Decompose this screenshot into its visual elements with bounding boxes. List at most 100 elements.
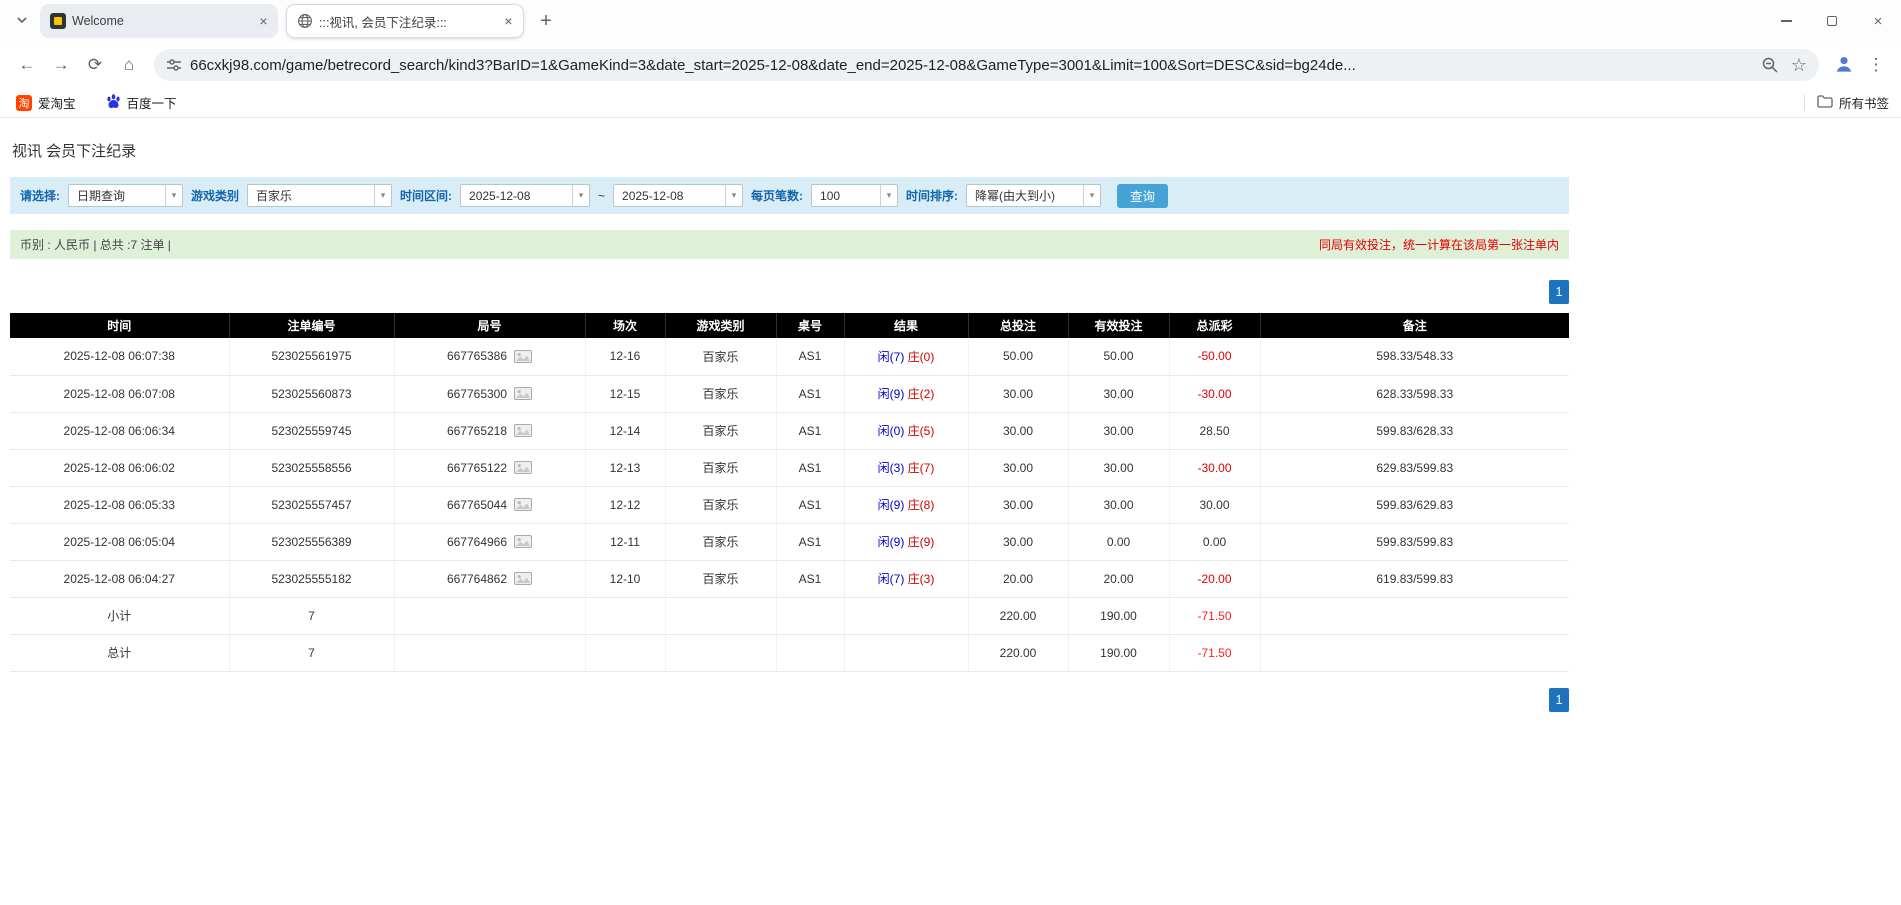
cell-bet-id: 523025558556 [229, 449, 394, 486]
cell-result: 闲(9) 庄(2) [844, 375, 968, 412]
cell-session: 12-16 [585, 338, 665, 375]
round-image-icon[interactable] [514, 387, 532, 400]
table-row: 2025-12-08 06:05:04 523025556389 6677649… [10, 523, 1569, 560]
result-player: 闲(7) [878, 572, 905, 586]
tab-close-icon[interactable]: × [500, 13, 517, 30]
tab-betrecord[interactable]: :::视讯, 会员下注纪录::: × [286, 4, 524, 38]
browser-toolbar: ← → ⟳ ⌂ 66cxkj98.com/game/betrecord_sear… [0, 42, 1901, 88]
round-image-icon[interactable] [514, 498, 532, 511]
divider [1804, 95, 1805, 111]
cell-session: 12-14 [585, 412, 665, 449]
page-title: 视讯 会员下注纪录 [10, 118, 1569, 177]
cell-note: 598.33/548.33 [1260, 338, 1569, 375]
cell-game: 百家乐 [665, 449, 776, 486]
per-page-label: 每页笔数: [751, 187, 803, 204]
cell-time: 2025-12-08 06:06:34 [10, 412, 229, 449]
cell-valid-bet: 30.00 [1068, 486, 1169, 523]
menu-icon[interactable]: ⋮ [1861, 48, 1891, 82]
profile-button[interactable] [1827, 48, 1861, 82]
result-player: 闲(7) [878, 350, 905, 364]
table-row: 2025-12-08 06:07:08 523025560873 6677653… [10, 375, 1569, 412]
result-banker: 庄(0) [908, 350, 935, 364]
cell-bet-id: 523025557457 [229, 486, 394, 523]
bookmark-aitaobao[interactable]: 淘 爱淘宝 [12, 91, 80, 115]
date-mode-select[interactable]: 日期查询 ▾ [68, 184, 183, 207]
new-tab-button[interactable]: + [532, 7, 560, 35]
total-row: 总计 7 220.00 190.00 -71.50 [10, 634, 1569, 671]
cell-valid-bet: 30.00 [1068, 375, 1169, 412]
sort-select[interactable]: 降幂(由大到小) ▾ [966, 184, 1101, 207]
round-image-icon[interactable] [514, 350, 532, 363]
col-header-result: 结果 [844, 313, 968, 338]
bet-records-table: 时间 注单编号 局号 场次 游戏类别 桌号 结果 总投注 有效投注 总派彩 备注… [10, 313, 1569, 672]
chevron-down-icon: ▾ [374, 185, 391, 206]
page-number-button[interactable]: 1 [1549, 280, 1569, 304]
date-start-select[interactable]: 2025-12-08 ▾ [460, 184, 590, 207]
tab-close-icon[interactable]: × [255, 13, 272, 30]
home-button[interactable]: ⌂ [112, 48, 146, 82]
cell-result: 闲(0) 庄(5) [844, 412, 968, 449]
tab-welcome[interactable]: Welcome × [40, 4, 278, 38]
forward-button[interactable]: → [44, 48, 78, 82]
bookmark-star-icon[interactable]: ☆ [1791, 55, 1807, 76]
summary-currency-count: 币别 : 人民币 | 总共 :7 注单 | [20, 236, 171, 253]
cell-valid-bet: 30.00 [1068, 449, 1169, 486]
cell-game: 百家乐 [665, 523, 776, 560]
cell-session: 12-15 [585, 375, 665, 412]
col-header-total-bet: 总投注 [968, 313, 1068, 338]
table-row: 2025-12-08 06:06:34 523025559745 6677652… [10, 412, 1569, 449]
cell-total-bet: 30.00 [968, 449, 1068, 486]
round-image-icon[interactable] [514, 572, 532, 585]
summary-bar: 币别 : 人民币 | 总共 :7 注单 | 同局有效投注，统一计算在该局第一张注… [10, 230, 1569, 259]
table-row: 2025-12-08 06:04:27 523025555182 6677648… [10, 560, 1569, 597]
zoom-indicator-icon[interactable] [1761, 56, 1779, 74]
cell-session: 12-11 [585, 523, 665, 560]
tab-title: :::视讯, 会员下注纪录::: [319, 12, 494, 31]
url-text[interactable]: 66cxkj98.com/game/betrecord_search/kind3… [190, 57, 1749, 74]
tab-search-button[interactable] [8, 7, 36, 35]
result-banker: 庄(9) [908, 535, 935, 549]
cell-valid-bet: 30.00 [1068, 412, 1169, 449]
cell-table: AS1 [776, 375, 844, 412]
table-header-row: 时间 注单编号 局号 场次 游戏类别 桌号 结果 总投注 有效投注 总派彩 备注 [10, 313, 1569, 338]
result-player: 闲(9) [878, 535, 905, 549]
query-button[interactable]: 查询 [1117, 184, 1168, 208]
minimize-icon [1781, 20, 1792, 22]
bookmark-baidu[interactable]: 百度一下 [102, 91, 181, 115]
round-image-icon[interactable] [514, 535, 532, 548]
back-button[interactable]: ← [10, 48, 44, 82]
cell-bet-id: 523025561975 [229, 338, 394, 375]
address-bar[interactable]: 66cxkj98.com/game/betrecord_search/kind3… [154, 49, 1819, 81]
result-banker: 庄(8) [908, 498, 935, 512]
per-page-select[interactable]: 100 ▾ [811, 184, 898, 207]
date-end-select[interactable]: 2025-12-08 ▾ [613, 184, 743, 207]
minimize-button[interactable] [1763, 0, 1809, 42]
cell-note: 599.83/629.83 [1260, 486, 1569, 523]
window-close-button[interactable]: × [1855, 0, 1901, 42]
cell-total-bet: 30.00 [968, 412, 1068, 449]
cell-round: 667764966 [394, 523, 585, 560]
all-bookmarks-button[interactable]: 所有书签 [1817, 93, 1889, 112]
cell-total-bet: 30.00 [968, 523, 1068, 560]
game-type-select[interactable]: 百家乐 ▾ [247, 184, 392, 207]
welcome-favicon-icon [50, 13, 66, 29]
chevron-down-icon [15, 13, 29, 30]
chevron-down-icon: ▾ [1083, 185, 1100, 206]
cell-payout: 28.50 [1169, 412, 1260, 449]
cell-table: AS1 [776, 449, 844, 486]
site-info-icon[interactable] [166, 57, 182, 73]
maximize-button[interactable] [1809, 0, 1855, 42]
cell-result: 闲(7) 庄(0) [844, 338, 968, 375]
round-number: 667764862 [447, 572, 507, 586]
reload-button[interactable]: ⟳ [78, 48, 112, 82]
round-image-icon[interactable] [514, 461, 532, 474]
col-header-valid-bet: 有效投注 [1068, 313, 1169, 338]
tab-strip: Welcome × :::视讯, 会员下注纪录::: × + × [0, 0, 1901, 42]
round-image-icon[interactable] [514, 424, 532, 437]
page-number-button[interactable]: 1 [1549, 688, 1569, 712]
total-payout: -71.50 [1169, 634, 1260, 671]
folder-icon [1817, 94, 1833, 111]
col-header-bet-id: 注单编号 [229, 313, 394, 338]
cell-bet-id: 523025560873 [229, 375, 394, 412]
cell-result: 闲(3) 庄(7) [844, 449, 968, 486]
